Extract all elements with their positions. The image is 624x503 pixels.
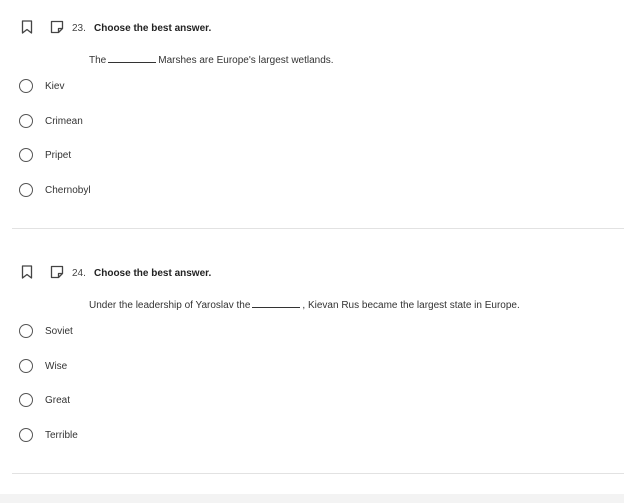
option-terrible[interactable]: Terrible bbox=[19, 426, 78, 444]
bookmark-icon[interactable] bbox=[21, 265, 33, 279]
option-crimean[interactable]: Crimean bbox=[19, 112, 83, 130]
option-label: Pripet bbox=[45, 149, 72, 161]
prompt-text-before: Under the leadership of Yaroslav the bbox=[89, 300, 251, 311]
option-label: Soviet bbox=[45, 325, 73, 337]
option-label: Crimean bbox=[45, 115, 83, 127]
option-label: Kiev bbox=[45, 80, 65, 92]
question-24: 24. Choose the best answer. Under the le… bbox=[0, 245, 624, 474]
prompt-text-after: , Kievan Rus became the largest state in… bbox=[302, 300, 520, 311]
option-label: Great bbox=[45, 394, 71, 406]
radio-button[interactable] bbox=[19, 428, 33, 442]
option-wise[interactable]: Wise bbox=[19, 357, 67, 375]
radio-button[interactable] bbox=[19, 324, 33, 338]
prompt-text-after: Marshes are Europe's largest wetlands. bbox=[158, 55, 334, 66]
question-prompt: The Marshes are Europe's largest wetlands… bbox=[89, 53, 334, 66]
question-number: 23. bbox=[72, 23, 86, 34]
radio-button[interactable] bbox=[19, 393, 33, 407]
bookmark-icon[interactable] bbox=[21, 20, 33, 34]
option-soviet[interactable]: Soviet bbox=[19, 322, 73, 340]
question-divider bbox=[12, 228, 624, 229]
question-instruction: Choose the best answer. bbox=[94, 23, 212, 34]
radio-button[interactable] bbox=[19, 183, 33, 197]
answer-blank bbox=[108, 53, 157, 63]
radio-button[interactable] bbox=[19, 148, 33, 162]
quiz-page: 23. Choose the best answer. The Marshes a… bbox=[0, 0, 624, 503]
question-prompt: Under the leadership of Yaroslav the , Ki… bbox=[89, 298, 520, 311]
question-divider bbox=[12, 473, 624, 474]
option-kiev[interactable]: Kiev bbox=[19, 77, 64, 95]
radio-button[interactable] bbox=[19, 359, 33, 373]
answer-blank bbox=[252, 298, 301, 308]
option-label: Wise bbox=[45, 360, 68, 372]
option-label: Terrible bbox=[45, 429, 78, 441]
radio-button[interactable] bbox=[19, 79, 33, 93]
option-chernobyl[interactable]: Chernobyl bbox=[19, 181, 91, 199]
radio-button[interactable] bbox=[19, 114, 33, 128]
note-icon[interactable] bbox=[50, 20, 64, 34]
question-number: 24. bbox=[72, 268, 86, 279]
question-instruction: Choose the best answer. bbox=[94, 268, 212, 279]
prompt-text-before: The bbox=[89, 55, 107, 66]
question-23: 23. Choose the best answer. The Marshes a… bbox=[0, 0, 624, 229]
option-pripet[interactable]: Pripet bbox=[19, 146, 71, 164]
bottom-bar bbox=[0, 494, 624, 503]
note-icon[interactable] bbox=[50, 265, 64, 279]
option-great[interactable]: Great bbox=[19, 391, 70, 409]
option-label: Chernobyl bbox=[45, 184, 91, 196]
